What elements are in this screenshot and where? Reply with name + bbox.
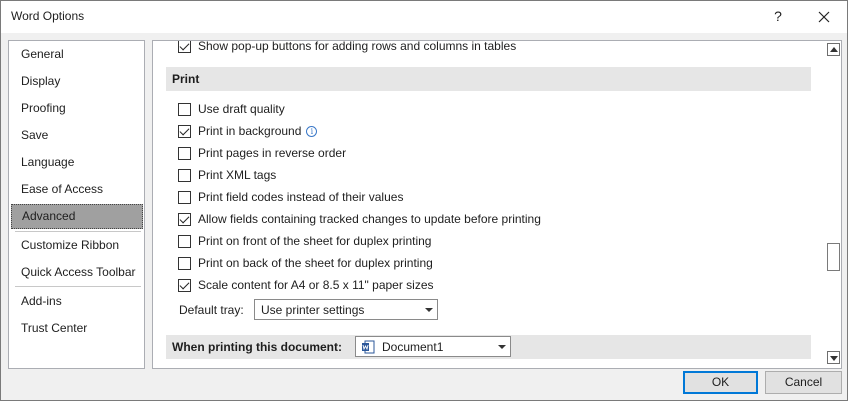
checkbox[interactable]	[178, 124, 191, 138]
scroll-down-button[interactable]	[827, 351, 840, 364]
option-label: Print pages in reverse order	[198, 146, 347, 160]
close-button[interactable]	[801, 1, 847, 33]
when-printing-label: When printing this document:	[172, 340, 342, 354]
option-print-back-duplex[interactable]: Print on back of the sheet for duplex pr…	[178, 254, 433, 272]
help-icon: ?	[774, 8, 782, 24]
nav-item-quick-access-toolbar[interactable]: Quick Access Toolbar	[11, 260, 143, 285]
option-label: Print on back of the sheet for duplex pr…	[198, 256, 433, 270]
nav-item-display[interactable]: Display	[11, 69, 143, 94]
checkbox[interactable]	[178, 234, 191, 248]
option-label: Print field codes instead of their value…	[198, 190, 404, 204]
default-tray-label: Default tray:	[179, 303, 244, 317]
arrow-down-icon	[830, 356, 838, 361]
print-section-header: Print	[166, 67, 811, 91]
nav-item-add-ins[interactable]: Add-ins	[11, 289, 143, 314]
arrow-up-icon	[830, 47, 838, 52]
option-use-draft-quality[interactable]: Use draft quality	[178, 100, 285, 118]
scroll-up-button[interactable]	[827, 43, 840, 56]
document-select-dropdown[interactable]: Document1	[355, 336, 511, 357]
cancel-button[interactable]: Cancel	[765, 371, 842, 394]
word-document-icon	[362, 340, 375, 354]
option-print-xml-tags[interactable]: Print XML tags	[178, 166, 276, 184]
nav-item-advanced[interactable]: Advanced	[11, 204, 143, 229]
nav-item-ease-of-access[interactable]: Ease of Access	[11, 177, 143, 202]
option-print-reverse-order[interactable]: Print pages in reverse order	[178, 144, 346, 162]
window-title: Word Options	[11, 9, 85, 23]
option-label: Print in background	[198, 124, 302, 138]
ok-button[interactable]: OK	[683, 371, 758, 394]
option-label: Print on front of the sheet for duplex p…	[198, 234, 432, 248]
option-label: Allow fields containing tracked changes …	[198, 212, 541, 226]
checkbox[interactable]	[178, 190, 191, 204]
option-print-front-duplex[interactable]: Print on front of the sheet for duplex p…	[178, 232, 431, 250]
option-show-popup-buttons[interactable]: Show pop-up buttons for adding rows and …	[178, 40, 517, 55]
option-label: Print XML tags	[198, 168, 277, 182]
advanced-options-panel: Show pop-up buttons for adding rows and …	[152, 40, 842, 369]
checkbox[interactable]	[178, 41, 191, 53]
checkbox[interactable]	[178, 168, 191, 182]
checkbox[interactable]	[178, 278, 191, 292]
option-scale-content-paper[interactable]: Scale content for A4 or 8.5 x 11" paper …	[178, 276, 434, 294]
scroll-thumb[interactable]	[827, 243, 840, 271]
nav-item-language[interactable]: Language	[11, 150, 143, 175]
help-button[interactable]: ?	[755, 1, 801, 33]
nav-item-save[interactable]: Save	[11, 123, 143, 148]
option-label: Use draft quality	[198, 102, 285, 116]
document-select-value: Document1	[382, 340, 444, 354]
checkbox[interactable]	[178, 102, 191, 116]
checkbox[interactable]	[178, 212, 191, 226]
chevron-down-icon	[498, 345, 506, 349]
nav-divider	[15, 231, 141, 232]
nav-item-general[interactable]: General	[11, 42, 143, 67]
option-allow-tracked-fields-update[interactable]: Allow fields containing tracked changes …	[178, 210, 541, 228]
nav-item-proofing[interactable]: Proofing	[11, 96, 143, 121]
nav-divider	[15, 286, 141, 287]
checkbox[interactable]	[178, 256, 191, 270]
default-tray-value: Use printer settings	[261, 303, 365, 317]
option-label: Scale content for A4 or 8.5 x 11" paper …	[198, 278, 434, 292]
chevron-down-icon	[425, 308, 433, 312]
info-icon[interactable]: i	[306, 125, 318, 137]
close-icon	[818, 11, 830, 23]
category-nav: General Display Proofing Save Language E…	[8, 40, 145, 369]
title-bar: Word Options ?	[1, 1, 847, 33]
word-options-dialog: Word Options ? General Display Proofing …	[0, 0, 848, 401]
default-tray-dropdown[interactable]: Use printer settings	[254, 299, 438, 320]
option-print-field-codes[interactable]: Print field codes instead of their value…	[178, 188, 403, 206]
option-print-in-background[interactable]: Print in background i	[178, 122, 318, 140]
checkbox[interactable]	[178, 146, 191, 160]
nav-item-customize-ribbon[interactable]: Customize Ribbon	[11, 233, 143, 258]
option-label: Show pop-up buttons for adding rows and …	[198, 40, 517, 53]
nav-item-trust-center[interactable]: Trust Center	[11, 316, 143, 341]
vertical-scrollbar[interactable]	[826, 41, 841, 368]
